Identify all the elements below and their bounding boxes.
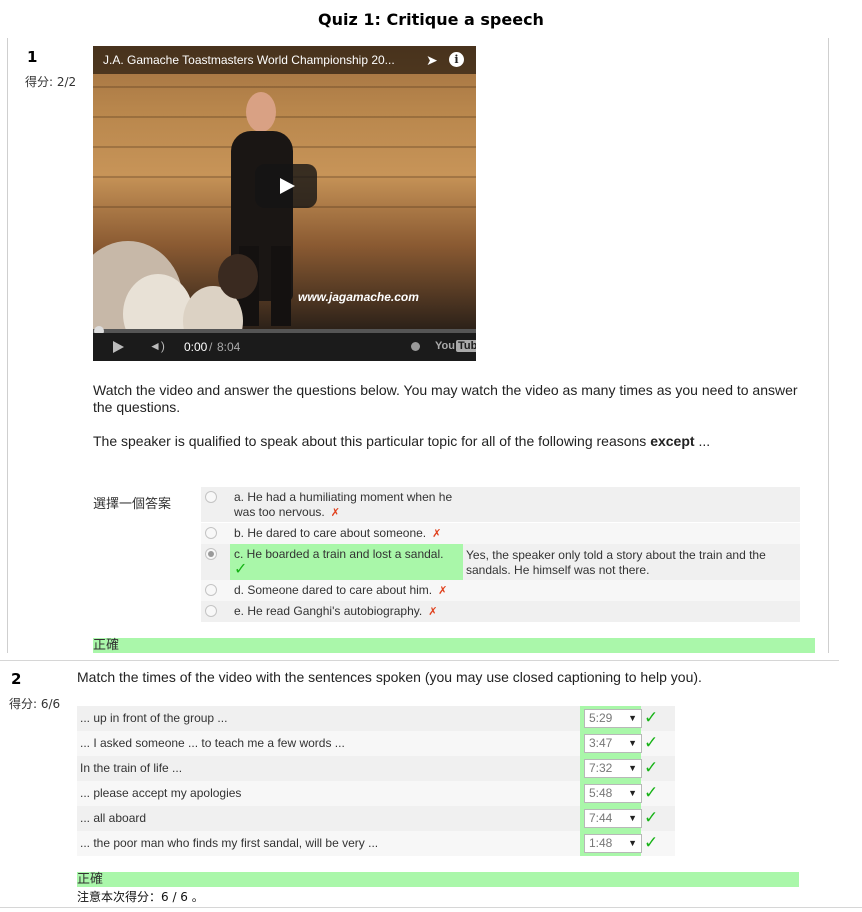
match-sentence: In the train of life ... [80, 761, 183, 775]
time-select-1[interactable]: 5:29 ▼ [584, 709, 642, 728]
option-label: d. Someone dared to care about him. [234, 583, 433, 597]
question-text-ellipsis: ... [698, 433, 711, 449]
option-label: c. He boarded a train and lost a sandal. [234, 547, 444, 561]
time-duration: 8:04 [217, 340, 241, 354]
correct-check-icon: ✓ [644, 833, 659, 852]
answer-option-c[interactable]: c. He boarded a train and lost a sandal.… [201, 544, 800, 580]
question-2-number: 2 [11, 670, 22, 688]
correct-check-icon: ✓ [644, 733, 659, 752]
time-current: 0:00 [184, 340, 208, 354]
correct-check-icon: ✓ [644, 758, 659, 777]
radio-option-e[interactable] [205, 605, 217, 617]
choose-one-label: 選擇一個答案 [93, 497, 172, 512]
time-select-6[interactable]: 1:48 ▼ [584, 834, 642, 853]
share-icon[interactable]: ➤ [426, 52, 438, 69]
youtube-logo-you: You [435, 340, 455, 352]
time-select-4[interactable]: 5:48 ▼ [584, 784, 642, 803]
bottom-divider [0, 907, 862, 908]
correct-check-icon: ✓ [644, 783, 659, 802]
incorrect-icon: ✗ [438, 585, 448, 597]
question-2-prompt: Match the times of the video with the se… [77, 669, 702, 685]
youtube-logo-tube: Tube [455, 340, 476, 352]
match-row-3: In the train of life ... 7:32 ▼ ✓ [77, 756, 675, 781]
select-value: 3:47 [589, 736, 613, 750]
option-label: b. He dared to care about someone. [234, 526, 427, 540]
correct-check-icon: ✓ [644, 808, 659, 827]
time-separator: / [209, 340, 213, 354]
info-icon[interactable]: i [449, 52, 464, 67]
page-title: Quiz 1: Critique a speech [318, 10, 544, 29]
video-player[interactable]: J.A. Gamache Toastmasters World Champion… [93, 46, 476, 361]
correct-check-icon: ✓ [234, 561, 248, 578]
match-row-4: ... please accept my apologies 5:48 ▼ ✓ [77, 781, 675, 806]
video-watermark: www.jagamache.com [298, 290, 419, 304]
incorrect-icon: ✗ [330, 507, 340, 519]
dropdown-arrow-icon[interactable]: ▼ [628, 760, 637, 777]
dropdown-arrow-icon[interactable]: ▼ [628, 810, 637, 827]
question-text: The speaker is qualified to speak about … [93, 433, 805, 450]
match-row-5: ... all aboard 7:44 ▼ ✓ [77, 806, 675, 831]
clock-icon[interactable] [411, 342, 420, 351]
answer-feedback: Yes, the speaker only told a story about… [466, 548, 766, 577]
answer-option-a[interactable]: a. He had a humiliating moment when he w… [201, 487, 800, 522]
dropdown-arrow-icon[interactable]: ▼ [628, 835, 637, 852]
time-select-2[interactable]: 3:47 ▼ [584, 734, 642, 753]
question-1-left-border [7, 38, 8, 653]
play-button[interactable] [255, 164, 317, 208]
dropdown-arrow-icon[interactable]: ▼ [628, 710, 637, 727]
incorrect-icon: ✗ [428, 606, 438, 618]
incorrect-icon: ✗ [432, 528, 442, 540]
radio-option-c-selected[interactable] [205, 548, 217, 560]
answer-option-e[interactable]: e. He read Ganghi's autobiography. ✗ [201, 601, 800, 622]
match-row-6: ... the poor man who finds my first sand… [77, 831, 675, 856]
correct-check-icon: ✓ [644, 708, 659, 727]
play-icon[interactable] [113, 341, 124, 353]
select-value: 5:29 [589, 711, 613, 725]
time-select-5[interactable]: 7:44 ▼ [584, 809, 642, 828]
match-row-1: ... up in front of the group ... 5:29 ▼ ✓ [77, 706, 675, 731]
match-sentence: ... up in front of the group ... [80, 711, 228, 725]
question-1-number: 1 [27, 48, 38, 66]
question-divider [0, 660, 839, 661]
answer-option-b[interactable]: b. He dared to care about someone. ✗ [201, 523, 800, 544]
question-1-right-border [828, 38, 829, 653]
match-sentence: ... please accept my apologies [80, 786, 242, 800]
question-text-main: The speaker is qualified to speak about … [93, 433, 647, 449]
select-value: 7:44 [589, 811, 613, 825]
video-title[interactable]: J.A. Gamache Toastmasters World Champion… [103, 53, 413, 67]
time-select-3[interactable]: 7:32 ▼ [584, 759, 642, 778]
question-1-grade: 得分: 2/2 [25, 75, 77, 89]
question-2-grade: 得分: 6/6 [9, 697, 61, 711]
score-note: 注意本次得分：6 / 6 。 [77, 890, 204, 904]
match-sentence: ... the poor man who finds my first sand… [80, 836, 379, 850]
youtube-logo[interactable]: YouTube [435, 340, 476, 352]
select-value: 5:48 [589, 786, 613, 800]
radio-option-a[interactable] [205, 491, 217, 503]
select-value: 1:48 [589, 836, 613, 850]
audience-head [218, 254, 258, 299]
question-2-result: 正確 [77, 872, 799, 887]
option-label: e. He read Ganghi's autobiography. [234, 604, 423, 618]
video-controls: ◄) 0:00 / 8:04 YouTube [93, 333, 476, 361]
speaker-head [246, 92, 276, 132]
video-title-bar: J.A. Gamache Toastmasters World Champion… [93, 46, 476, 74]
radio-option-d[interactable] [205, 584, 217, 596]
answer-option-d[interactable]: d. Someone dared to care about him. ✗ [201, 580, 800, 601]
match-row-2: ... I asked someone ... to teach me a fe… [77, 731, 675, 756]
dropdown-arrow-icon[interactable]: ▼ [628, 735, 637, 752]
match-sentence: ... all aboard [80, 811, 147, 825]
option-label: a. He had a humiliating moment when he w… [234, 490, 453, 519]
match-sentence: ... I asked someone ... to teach me a fe… [80, 736, 345, 750]
select-value: 7:32 [589, 761, 613, 775]
question-intro: Watch the video and answer the questions… [93, 382, 798, 415]
question-1-result: 正確 [93, 638, 815, 653]
question-text-emphasis: except [650, 433, 695, 449]
volume-icon[interactable]: ◄) [149, 339, 165, 353]
radio-option-b[interactable] [205, 527, 217, 539]
dropdown-arrow-icon[interactable]: ▼ [628, 785, 637, 802]
